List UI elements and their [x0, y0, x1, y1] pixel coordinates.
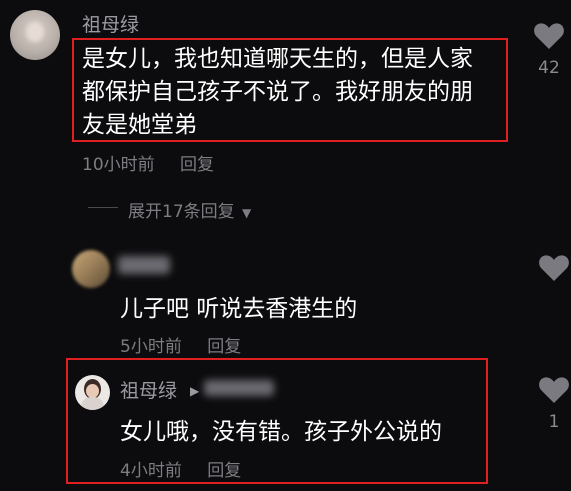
heart-icon[interactable] [533, 22, 565, 50]
timestamp: 5小时前 [120, 337, 182, 357]
comment-meta: 4小时前 回复 [120, 456, 241, 481]
username[interactable]: 祖母绿 [120, 376, 177, 403]
caret-down-icon: ▼ [242, 206, 252, 220]
comment-text: 是女儿，我也知道哪天生的，但是人家 都保护自己孩子不说了。我好朋友的朋 友是她堂… [82, 46, 473, 138]
username[interactable]: 祖母绿 [82, 10, 139, 37]
like-count: 42 [538, 58, 560, 78]
timestamp: 10小时前 [82, 155, 155, 175]
reply-to-indicator: ▶ [190, 380, 199, 399]
heart-icon[interactable] [538, 254, 570, 282]
avatar[interactable] [72, 250, 110, 288]
comment-meta: 10小时前 回复 [82, 150, 214, 175]
comment-meta: 5小时前 回复 [120, 332, 241, 357]
reply-button[interactable]: 回复 [180, 155, 214, 175]
divider [88, 207, 118, 208]
comment-text: 女儿哦，没有错。孩子外公说的 [120, 419, 442, 445]
timestamp: 4小时前 [120, 461, 182, 481]
expand-replies-button[interactable]: 展开17条回复 ▼ [128, 197, 251, 222]
like-count: 1 [548, 412, 560, 432]
avatar[interactable] [75, 375, 110, 410]
reply-button[interactable]: 回复 [207, 337, 241, 357]
reply-button[interactable]: 回复 [207, 461, 241, 481]
reply-to-username-blurred[interactable] [204, 380, 274, 396]
comment-text: 儿子吧 听说去香港生的 [120, 296, 358, 322]
play-icon: ▶ [190, 384, 200, 398]
heart-icon[interactable] [538, 376, 570, 404]
avatar[interactable] [10, 10, 60, 60]
username-blurred[interactable] [118, 256, 170, 274]
